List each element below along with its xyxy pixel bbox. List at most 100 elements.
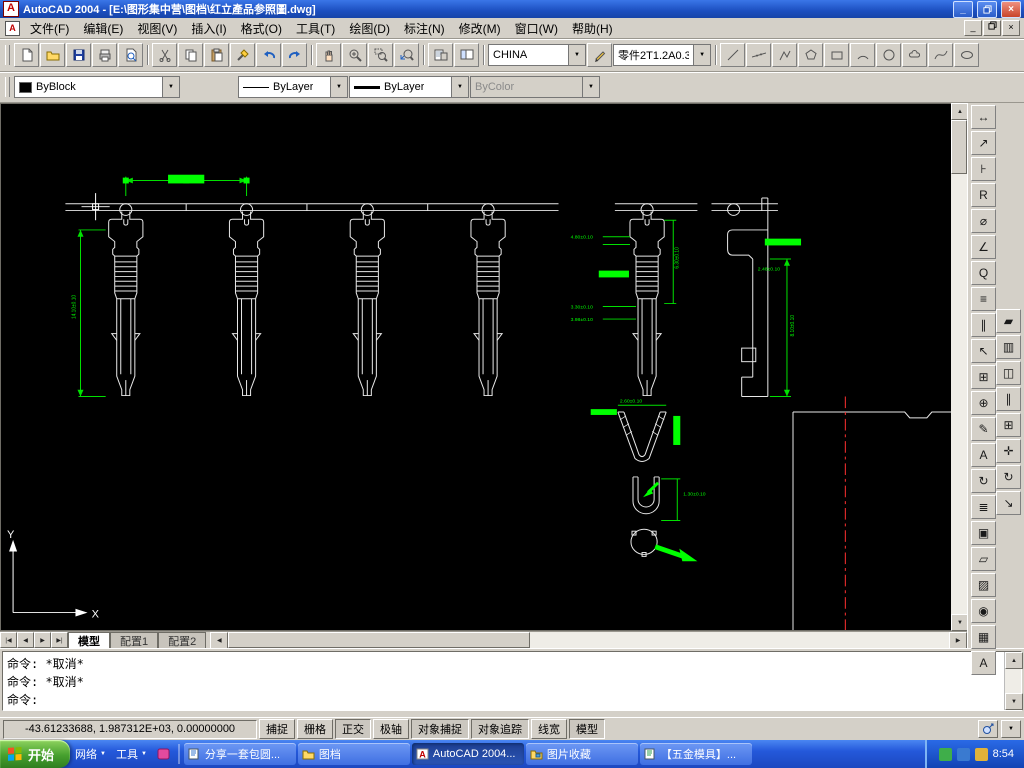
tab-next-button[interactable]: ▶ bbox=[34, 632, 51, 648]
aligned-dimension-button[interactable]: ↗ bbox=[971, 131, 996, 155]
erase-button[interactable]: ▰ bbox=[996, 309, 1021, 333]
drawing-canvas[interactable]: 4.80±0.10 2.48±0.10 3.30±0.10 3.98±0.10 … bbox=[0, 103, 951, 631]
quicklaunch-media-button[interactable] bbox=[152, 748, 175, 760]
toggle-polar[interactable]: 极轴 bbox=[373, 719, 409, 739]
dimension-style-button[interactable]: ≣ bbox=[971, 495, 996, 519]
color-combo[interactable]: ByBlock ▼ bbox=[14, 76, 180, 98]
quicklaunch-tools[interactable]: 工具 ▼ bbox=[111, 746, 152, 762]
zoom-window-button[interactable] bbox=[368, 43, 393, 67]
save-button[interactable] bbox=[66, 43, 91, 67]
quick-leader-button[interactable]: ↖ bbox=[971, 339, 996, 363]
menu-insert[interactable]: 插入(I) bbox=[184, 19, 233, 38]
toggle-osnap[interactable]: 对象捕捉 bbox=[411, 719, 469, 739]
command-scroll-track[interactable] bbox=[1005, 669, 1021, 693]
move-button[interactable]: ✛ bbox=[996, 439, 1021, 463]
command-prompt[interactable]: 命令: bbox=[7, 691, 1000, 709]
baseline-dimension-button[interactable]: ≡ bbox=[971, 287, 996, 311]
toolbar-grip[interactable] bbox=[5, 45, 10, 65]
hatch-button[interactable]: ▨ bbox=[971, 573, 996, 597]
lineweight-combo[interactable]: ByLayer ▼ bbox=[349, 76, 469, 98]
region-button[interactable]: ◉ bbox=[971, 599, 996, 623]
rotate-button[interactable]: ↻ bbox=[996, 465, 1021, 489]
mdi-minimize-button[interactable]: _ bbox=[964, 20, 982, 36]
cut-button[interactable] bbox=[152, 43, 177, 67]
chevron-down-icon[interactable]: ▼ bbox=[330, 77, 347, 97]
line-button[interactable] bbox=[720, 43, 745, 67]
text-button[interactable]: A bbox=[971, 651, 996, 675]
scale-button[interactable]: ↘ bbox=[996, 491, 1021, 515]
part-name-combo[interactable]: 零件2T1.2A0.3 ▼ bbox=[613, 44, 711, 66]
task-button-autocad[interactable]: A AutoCAD 2004... bbox=[411, 743, 524, 765]
vertical-scroll-track[interactable] bbox=[951, 120, 967, 614]
diameter-dimension-button[interactable]: ⌀ bbox=[971, 209, 996, 233]
revision-cloud-button[interactable] bbox=[902, 43, 927, 67]
chevron-down-icon[interactable]: ▼ bbox=[162, 77, 179, 97]
menu-draw[interactable]: 绘图(D) bbox=[342, 19, 397, 38]
chevron-down-icon[interactable]: ▼ bbox=[568, 45, 585, 65]
close-button[interactable]: × bbox=[1001, 0, 1021, 18]
restore-button[interactable] bbox=[977, 0, 997, 18]
selected-dimension-highlights[interactable] bbox=[122, 174, 802, 445]
dimension-update-button[interactable]: ↻ bbox=[971, 469, 996, 493]
print-preview-button[interactable] bbox=[118, 43, 143, 67]
undo-button[interactable] bbox=[256, 43, 281, 67]
tab-layout2[interactable]: 配置2 bbox=[158, 632, 207, 648]
array-button[interactable]: ⊞ bbox=[996, 413, 1021, 437]
task-button-share[interactable]: 分享一套包圆... bbox=[183, 743, 296, 765]
copy-button[interactable] bbox=[178, 43, 203, 67]
mirror-button[interactable]: ◫ bbox=[996, 361, 1021, 385]
linetype-combo[interactable]: ByLayer ▼ bbox=[238, 76, 348, 98]
chevron-down-icon[interactable]: ▼ bbox=[451, 77, 468, 97]
paste-button[interactable] bbox=[204, 43, 229, 67]
toggle-model[interactable]: 模型 bbox=[569, 719, 605, 739]
command-scrollbar[interactable]: ▲ ▼ bbox=[1004, 652, 1023, 710]
properties-button[interactable] bbox=[428, 43, 453, 67]
command-history[interactable]: 命令: *取消* 命令: *取消* 命令: bbox=[3, 652, 1004, 710]
menu-view[interactable]: 视图(V) bbox=[130, 19, 184, 38]
toggle-snap[interactable]: 捕捉 bbox=[259, 719, 295, 739]
scroll-down-icon[interactable]: ▼ bbox=[1005, 693, 1023, 710]
horizontal-scroll-thumb[interactable] bbox=[228, 632, 531, 648]
ellipse-button[interactable] bbox=[954, 43, 979, 67]
toggle-ortho[interactable]: 正交 bbox=[335, 719, 371, 739]
construction-line-button[interactable] bbox=[746, 43, 771, 67]
menu-file[interactable]: 文件(F) bbox=[23, 19, 76, 38]
angular-dimension-button[interactable]: ∠ bbox=[971, 235, 996, 259]
menu-tools[interactable]: 工具(T) bbox=[289, 19, 342, 38]
chevron-down-icon[interactable]: ▼ bbox=[100, 751, 106, 757]
radius-dimension-button[interactable]: R bbox=[971, 183, 996, 207]
tab-layout1[interactable]: 配置1 bbox=[110, 632, 159, 648]
mdi-document-icon[interactable]: A bbox=[5, 20, 20, 36]
table-button[interactable]: ▦ bbox=[971, 625, 996, 649]
tray-antivirus-icon[interactable] bbox=[938, 747, 952, 761]
horizontal-scrollbar[interactable]: ◀ ▶ bbox=[210, 632, 967, 649]
toggle-lineweight[interactable]: 线宽 bbox=[531, 719, 567, 739]
start-button[interactable]: 开始 bbox=[0, 740, 71, 768]
scroll-right-icon[interactable]: ▶ bbox=[949, 632, 967, 649]
tolerance-button[interactable]: ⊞ bbox=[971, 365, 996, 389]
task-button-folder-tuc[interactable]: 图档 bbox=[297, 743, 410, 765]
horizontal-scroll-track[interactable] bbox=[530, 632, 949, 648]
designcenter-button[interactable] bbox=[454, 43, 479, 67]
chevron-down-icon[interactable]: ▼ bbox=[693, 45, 710, 65]
dimension-text-edit-button[interactable]: A bbox=[971, 443, 996, 467]
arc-button[interactable] bbox=[850, 43, 875, 67]
zoom-previous-button[interactable] bbox=[394, 43, 419, 67]
circle-button[interactable] bbox=[876, 43, 901, 67]
vertical-scroll-thumb[interactable] bbox=[951, 120, 967, 174]
continue-dimension-button[interactable]: ∥ bbox=[971, 313, 996, 337]
tab-first-button[interactable]: |◀ bbox=[0, 632, 17, 648]
print-button[interactable] bbox=[92, 43, 117, 67]
menu-edit[interactable]: 编辑(E) bbox=[76, 19, 130, 38]
ordinate-dimension-button[interactable]: ⊦ bbox=[971, 157, 996, 181]
scroll-up-icon[interactable]: ▲ bbox=[1005, 652, 1023, 669]
dim-style-edit-button[interactable] bbox=[587, 43, 612, 67]
insert-block-button[interactable]: ▱ bbox=[971, 547, 996, 571]
communication-center-button[interactable] bbox=[978, 720, 998, 738]
match-properties-button[interactable] bbox=[230, 43, 255, 67]
offset-button[interactable]: ∥ bbox=[996, 387, 1021, 411]
zoom-realtime-button[interactable] bbox=[342, 43, 367, 67]
polyline-button[interactable] bbox=[772, 43, 797, 67]
toolbar-grip[interactable] bbox=[5, 77, 10, 97]
clock[interactable]: 8:54 bbox=[993, 748, 1014, 760]
